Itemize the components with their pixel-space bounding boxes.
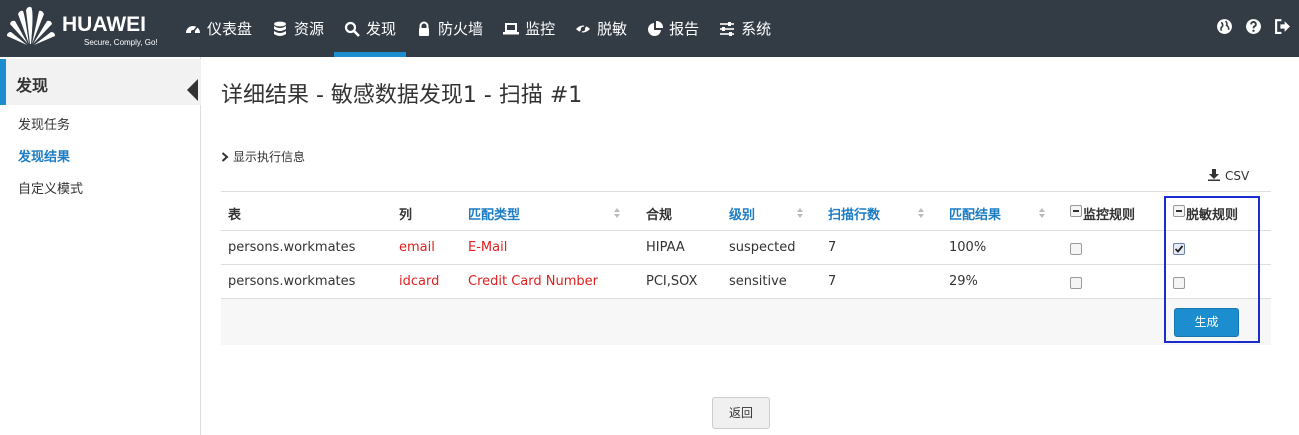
header-table: 表 <box>228 208 242 223</box>
cell-table: persons.workmates <box>228 274 356 289</box>
sort-icon[interactable] <box>613 207 621 219</box>
sidebar-item-discovery-results[interactable]: 发现结果 <box>18 146 70 165</box>
nav-dashboard[interactable]: 仪表盘 <box>175 0 262 57</box>
header-match-result[interactable]: 匹配结果 <box>949 204 1001 223</box>
top-navbar: HUAWEI Secure, Comply, Go! 仪表盘 资源 发现 防火墙… <box>0 0 1299 57</box>
table-row: persons.workmates email E-Mail HIPAA sus… <box>221 231 1271 265</box>
cell-scan-rows: 7 <box>828 240 837 255</box>
cell-compliance: PCI,SOX <box>646 274 698 289</box>
laptop-icon <box>503 22 520 34</box>
top-right-icons <box>1216 18 1291 35</box>
huawei-logo[interactable]: HUAWEI Secure, Comply, Go! <box>6 4 166 52</box>
brand-name: HUAWEI <box>62 13 146 36</box>
sliders-icon <box>720 21 735 36</box>
cell-column: idcard <box>399 274 440 289</box>
nav-monitor[interactable]: 监控 <box>493 0 565 57</box>
nav-masking[interactable]: 脱敏 <box>565 0 637 57</box>
sort-icon[interactable] <box>1038 207 1046 219</box>
cell-compliance: HIPAA <box>646 240 685 255</box>
chevron-right-icon <box>221 152 229 162</box>
nav-label: 监控 <box>525 20 556 38</box>
cell-level: sensitive <box>729 274 787 289</box>
logout-icon[interactable] <box>1274 18 1291 35</box>
help-icon[interactable] <box>1245 18 1262 35</box>
nav-label: 发现 <box>366 20 397 38</box>
eye-slash-icon <box>576 21 591 36</box>
cell-match-type: E-Mail <box>468 240 508 255</box>
lock-icon <box>419 21 430 36</box>
nav-label: 报告 <box>669 20 700 38</box>
sort-icon[interactable] <box>917 207 925 219</box>
monitor-rule-select-all-checkbox[interactable] <box>1070 205 1082 217</box>
dashboard-icon <box>186 25 200 34</box>
header-compliance: 合规 <box>646 208 673 223</box>
huawei-flower-icon <box>7 6 55 45</box>
nav-discovery[interactable]: 发现 <box>334 0 407 57</box>
table-row: persons.workmates idcard Credit Card Num… <box>221 265 1271 299</box>
cell-match-result: 29% <box>949 274 978 289</box>
collapse-sidebar-icon[interactable] <box>187 79 198 101</box>
cell-scan-rows: 7 <box>828 274 837 289</box>
cell-match-type: Credit Card Number <box>468 274 598 289</box>
header-scan-rows[interactable]: 扫描行数 <box>828 204 880 223</box>
sidebar-item-custom-patterns[interactable]: 自定义模式 <box>18 178 83 197</box>
pie-chart-icon <box>648 20 664 36</box>
database-icon <box>274 21 287 36</box>
cell-match-result: 100% <box>949 240 987 255</box>
cell-table: persons.workmates <box>228 240 356 255</box>
download-icon <box>1208 169 1220 181</box>
header-level[interactable]: 级别 <box>729 204 755 223</box>
monitor-rule-checkbox[interactable] <box>1070 277 1082 289</box>
sidebar-item-discovery-tasks[interactable]: 发现任务 <box>18 114 70 133</box>
cell-level: suspected <box>729 240 796 255</box>
header-column: 列 <box>399 208 413 223</box>
nav-label: 系统 <box>741 20 772 38</box>
nav-system[interactable]: 系统 <box>709 0 781 57</box>
sidebar-header: 发现 <box>0 59 201 105</box>
nav-firewall[interactable]: 防火墙 <box>406 0 493 57</box>
search-icon <box>344 21 360 37</box>
nav-label: 仪表盘 <box>207 20 253 38</box>
header-match-type[interactable]: 匹配类型 <box>468 204 520 223</box>
nav-label: 防火墙 <box>438 20 484 38</box>
mask-rule-highlight-box <box>1164 196 1260 343</box>
table-header-row: 表 列 匹配类型 合规 级别 扫描行数 匹配结果 监控规则 脱敏规则 <box>221 191 1271 231</box>
show-execution-info-toggle[interactable]: 显示执行信息 <box>221 148 305 165</box>
cell-column: email <box>399 240 435 255</box>
csv-label: CSV <box>1225 169 1250 183</box>
monitor-rule-checkbox[interactable] <box>1070 243 1082 255</box>
page-title: 详细结果 - 敏感数据发现1 - 扫描 #1 <box>221 83 583 108</box>
exec-toggle-label: 显示执行信息 <box>233 150 306 164</box>
csv-download-button[interactable]: CSV <box>1208 169 1249 183</box>
main-nav: 仪表盘 资源 发现 防火墙 监控 脱敏 报告 系统 <box>175 0 781 57</box>
nav-label: 脱敏 <box>597 20 628 38</box>
table-footer <box>221 299 1271 345</box>
globe-icon[interactable] <box>1216 18 1233 35</box>
brand-tagline: Secure, Comply, Go! <box>84 38 158 47</box>
back-button[interactable]: 返回 <box>712 397 770 429</box>
nav-resources[interactable]: 资源 <box>262 0 334 57</box>
sidebar-title: 发现 <box>16 76 49 95</box>
sort-icon[interactable] <box>796 207 804 219</box>
header-monitor-rule: 监控规则 <box>1083 208 1136 223</box>
nav-label: 资源 <box>294 20 325 38</box>
nav-reports[interactable]: 报告 <box>637 0 709 57</box>
sidebar: 发现 发现任务 发现结果 自定义模式 <box>0 57 201 435</box>
